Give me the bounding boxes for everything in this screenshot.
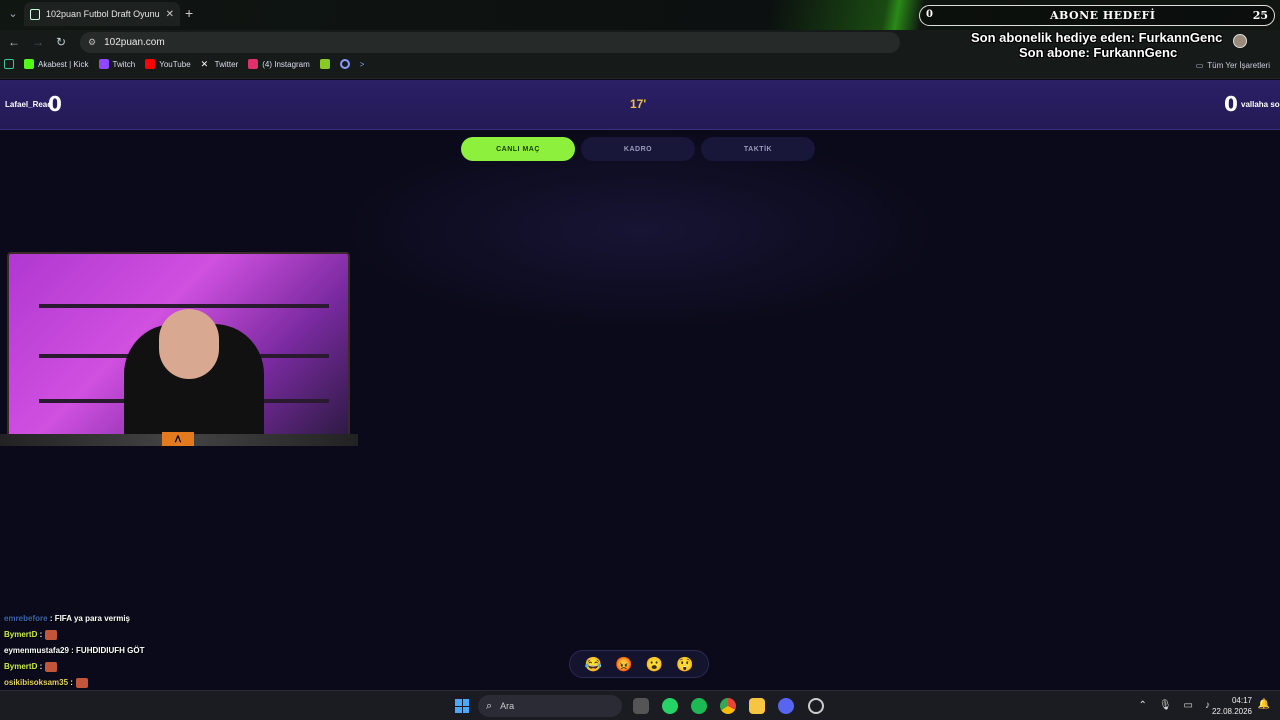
- network-icon[interactable]: ▭: [1184, 700, 1193, 711]
- url-input[interactable]: ⚙ 102puan.com: [80, 32, 900, 53]
- chat-message: osikibisoksam35 :: [4, 675, 264, 691]
- goal-title: ABONE HEDEFİ: [1050, 9, 1156, 22]
- reaction-angry-icon[interactable]: 😡: [615, 657, 632, 671]
- twitch-icon: [98, 59, 109, 69]
- spotify-icon[interactable]: [691, 698, 707, 714]
- bookmark-extension-1[interactable]: [319, 59, 330, 69]
- chat-message: BymertD :: [4, 627, 264, 643]
- system-tray: ⌃ 🎙 ▭ ♪: [1138, 700, 1210, 711]
- back-icon[interactable]: ←: [8, 35, 20, 49]
- app-icon[interactable]: [808, 698, 824, 714]
- last-gift-sub: Son abonelik hediye eden: FurkannGenc: [971, 30, 1223, 45]
- channel-logo-icon: ᐱ: [162, 432, 194, 446]
- chat-text: :: [70, 678, 73, 687]
- subscriber-goal-bar: 0 ABONE HEDEFİ 25: [919, 5, 1275, 26]
- profile-avatar[interactable]: [1233, 34, 1247, 48]
- tab-tactics[interactable]: TAKTİK: [701, 137, 815, 161]
- home-score: 0: [48, 92, 62, 116]
- chat-text: : FUHDIDIUFH GÖT: [71, 646, 145, 655]
- chrome-icon[interactable]: [720, 698, 736, 714]
- reload-icon[interactable]: ↻: [56, 35, 66, 49]
- clock-time: 04:17: [1231, 696, 1252, 705]
- search-icon: ⌕: [486, 699, 493, 712]
- chat-username[interactable]: BymertD: [4, 630, 37, 639]
- away-score: 0: [1224, 92, 1238, 116]
- chat-text: : FIFA ya para vermiş: [49, 614, 130, 623]
- new-tab-icon[interactable]: +: [185, 5, 193, 21]
- reaction-laugh-icon[interactable]: 😂: [585, 657, 602, 671]
- away-team-name: vallaha so: [1241, 100, 1280, 109]
- task-view-icon[interactable]: [633, 698, 649, 714]
- chat-username[interactable]: emrebefore: [4, 614, 48, 623]
- chevron-up-icon[interactable]: ⌃: [1138, 700, 1146, 711]
- instagram-icon: [248, 59, 259, 69]
- extension-icon: [319, 59, 330, 69]
- notification-icon[interactable]: 🔔: [1258, 699, 1270, 710]
- chat-message: BymertD :: [4, 659, 264, 675]
- folder-icon: ▭: [1195, 61, 1204, 70]
- reaction-bar: 😂 😡 😮 😲: [569, 650, 709, 678]
- forward-icon[interactable]: →: [32, 35, 44, 49]
- whatsapp-icon[interactable]: [662, 698, 678, 714]
- kick-icon: [24, 59, 34, 69]
- chat-message: emrebefore : FIFA ya para vermiş: [4, 611, 264, 627]
- chat-emote-icon: [45, 661, 58, 672]
- microphone-icon[interactable]: 🎙: [1159, 700, 1172, 711]
- chat-text: :: [39, 630, 43, 639]
- match-minute: 17': [630, 97, 647, 111]
- chat-emote-icon: [45, 629, 58, 640]
- chat-emote-icon: [75, 677, 88, 688]
- site-info-icon[interactable]: ⚙: [88, 37, 96, 48]
- discord-icon[interactable]: [778, 698, 794, 714]
- system-clock[interactable]: 04:17 22.08.2026: [1212, 695, 1252, 717]
- bookmark-extension-2[interactable]: [339, 59, 350, 69]
- bookmark-instagram[interactable]: (4) Instagram: [248, 59, 310, 69]
- game-tabs: CANLI MAÇ KADRO TAKTİK: [461, 137, 815, 161]
- goal-current: 0: [926, 9, 933, 20]
- tab-squad[interactable]: KADRO: [581, 137, 695, 161]
- start-menu-icon[interactable]: [455, 699, 469, 713]
- bookmarks-more-button[interactable]: >: [360, 60, 365, 69]
- streamer-head: [159, 309, 219, 379]
- chat-username[interactable]: BymertD: [4, 662, 37, 671]
- os-taskbar: ⌕ Ara ⌃ 🎙 ▭ ♪ 04:17 22.08.2026 🔔: [0, 690, 1280, 720]
- goal-target: 25: [1252, 9, 1268, 22]
- chat-username[interactable]: osikibisoksam35: [4, 678, 68, 687]
- tab-title: 102puan Futbol Draft Oyunu: [46, 9, 160, 19]
- browser-tab[interactable]: 102puan Futbol Draft Oyunu ✕: [24, 2, 180, 26]
- shelf: [39, 304, 329, 308]
- chat-text: :: [39, 662, 43, 671]
- webcam-feed: [7, 252, 350, 444]
- site-favicon-icon: [30, 8, 41, 20]
- home-team-name: Lafael_Reao: [5, 100, 53, 109]
- chat-message: eymenmustafa29 : FUHDIDIUFH GÖT: [4, 643, 264, 659]
- clock-date: 22.08.2026: [1211, 707, 1252, 716]
- last-sub: Son abone: FurkannGenc: [1019, 45, 1178, 60]
- search-placeholder: Ara: [500, 701, 515, 711]
- url-text: 102puan.com: [104, 37, 165, 48]
- bookmark-twitch[interactable]: Twitch: [98, 59, 135, 69]
- bookmark-twitter[interactable]: ✕ Twitter: [201, 59, 239, 69]
- speaker-icon[interactable]: ♪: [1205, 700, 1210, 711]
- x-icon: ✕: [200, 59, 209, 69]
- scoreboard: Lafael_Reao 0 17' 0 vallaha so: [0, 80, 1280, 130]
- bookmark-youtube[interactable]: YouTube: [145, 59, 191, 69]
- apps-icon[interactable]: [4, 59, 14, 69]
- tab-close-icon[interactable]: ✕: [166, 9, 174, 20]
- extension-icon: [339, 59, 350, 69]
- all-bookmarks-button[interactable]: ▭ Tüm Yer İşaretleri: [1196, 61, 1270, 70]
- reaction-surprised-icon[interactable]: 😮: [646, 657, 663, 671]
- tab-live-match[interactable]: CANLI MAÇ: [461, 137, 575, 161]
- taskbar-search[interactable]: ⌕ Ara: [478, 695, 622, 717]
- reaction-shocked-icon[interactable]: 😲: [676, 657, 693, 671]
- file-explorer-icon[interactable]: [749, 698, 765, 714]
- tab-list-icon[interactable]: ⌄: [4, 5, 22, 23]
- bookmark-kick[interactable]: Akabest | Kick: [24, 59, 89, 69]
- youtube-icon: [145, 59, 156, 69]
- chat-username[interactable]: eymenmustafa29: [4, 646, 69, 655]
